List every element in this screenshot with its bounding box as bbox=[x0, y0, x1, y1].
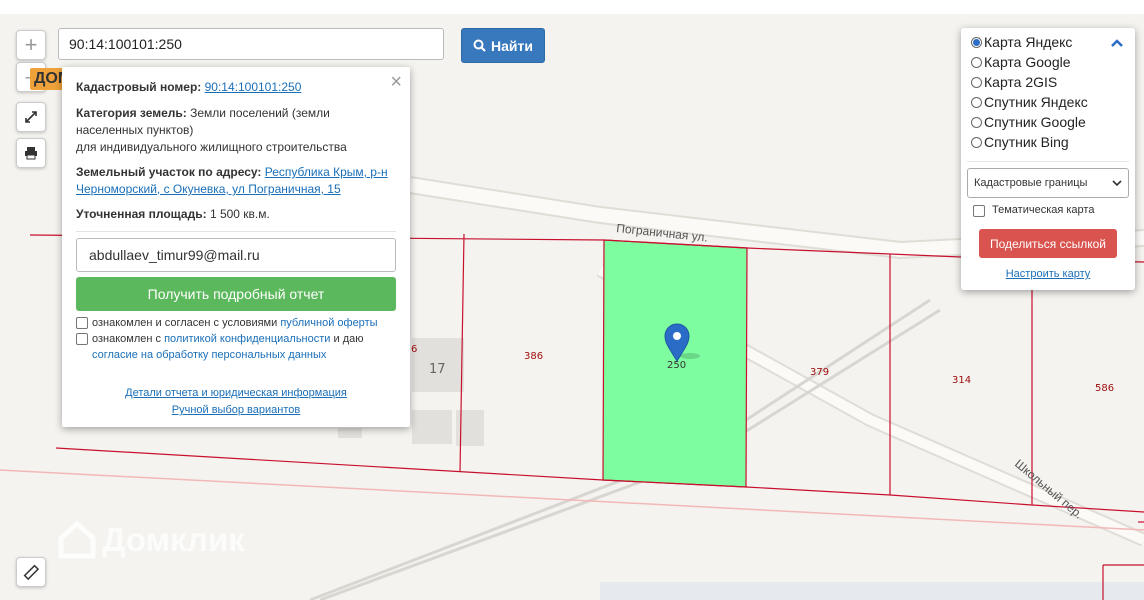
watermark-text: Домклик bbox=[102, 521, 245, 558]
parcel-label: 379 bbox=[810, 367, 829, 378]
public-offer-link[interactable]: публичной оферты bbox=[280, 317, 377, 329]
address-link[interactable]: Черноморский, с Окуневка, ул Пограничная… bbox=[76, 182, 341, 196]
parcel-info-popup: × Кадастровый номер: 90:14:100101:250 Ка… bbox=[62, 67, 410, 427]
layer-option-label: Спутник Google bbox=[984, 114, 1086, 130]
radio[interactable] bbox=[971, 116, 982, 128]
privacy-policy-link[interactable]: политикой конфиденциальности bbox=[164, 333, 330, 345]
consent-text: и даю bbox=[333, 333, 364, 345]
search-button-label: Найти bbox=[491, 37, 533, 54]
report-details-link[interactable]: Детали отчета и юридическая информация bbox=[125, 387, 347, 399]
parcel-label: 386 bbox=[524, 351, 543, 362]
address-label: Земельный участок по адресу: bbox=[76, 165, 262, 179]
area-row: Уточненная площадь: 1 500 кв.м. bbox=[76, 206, 270, 223]
layer-option-label: Спутник Яндекс bbox=[984, 94, 1088, 110]
layer-option-yandex-map[interactable]: Карта Яндекс bbox=[971, 34, 1072, 50]
area-label: Уточненная площадь: bbox=[76, 207, 207, 221]
land-category-label: Категория земель: bbox=[76, 106, 187, 120]
land-category-value: для индивидуального жилищного строительс… bbox=[76, 140, 347, 154]
layer-option-label: Карта Google bbox=[984, 54, 1071, 70]
printer-icon bbox=[25, 147, 37, 160]
land-category-value: Земли поселений (земли bbox=[190, 106, 330, 120]
email-field[interactable] bbox=[76, 238, 396, 272]
area-value: 1 500 кв.м. bbox=[209, 207, 270, 221]
configure-map-link[interactable]: Настроить карту bbox=[1006, 268, 1091, 280]
radio[interactable] bbox=[971, 56, 982, 68]
offer-consent-checkbox[interactable] bbox=[76, 317, 88, 329]
parcel-label: 314 bbox=[952, 375, 971, 386]
layer-option-label: Спутник Bing bbox=[984, 134, 1069, 150]
fullscreen-button[interactable] bbox=[16, 102, 46, 132]
consent-text: ознакомлен и согласен с условиями bbox=[92, 317, 278, 329]
land-category-value: населенных пунктов) bbox=[76, 123, 194, 137]
get-report-button[interactable]: Получить подробный отчет bbox=[76, 277, 396, 311]
configure-row: Настроить карту bbox=[961, 266, 1135, 282]
land-category: Категория земель: Земли поселений (земли… bbox=[76, 105, 396, 156]
share-link-button[interactable]: Поделиться ссылкой bbox=[979, 229, 1117, 258]
details-row: Детали отчета и юридическая информация bbox=[62, 385, 410, 401]
close-icon[interactable]: × bbox=[390, 72, 402, 92]
address-row: Земельный участок по адресу: Республика … bbox=[76, 164, 396, 198]
layer-option-google-map[interactable]: Карта Google bbox=[971, 54, 1071, 70]
cadastral-number-link[interactable]: 90:14:100101:250 bbox=[205, 80, 302, 94]
cadastral-number-label: Кадастровый номер: bbox=[76, 80, 202, 94]
layer-option-label: Карта Яндекс bbox=[984, 34, 1073, 50]
map-layers-panel: Карта Яндекс Карта Google Карта 2GIS Спу… bbox=[961, 28, 1135, 290]
ruler-icon bbox=[23, 564, 39, 580]
zoom-in-button[interactable]: + bbox=[16, 30, 46, 60]
search-icon bbox=[473, 39, 486, 52]
layer-option-label: Карта 2GIS bbox=[984, 74, 1058, 90]
radio[interactable] bbox=[971, 136, 982, 148]
privacy-consent-text: ознакомлен с политикой конфиденциальност… bbox=[92, 331, 402, 363]
consent-text: ознакомлен с bbox=[92, 333, 162, 345]
chevron-down-icon bbox=[1112, 179, 1122, 186]
radio[interactable] bbox=[971, 76, 982, 88]
offer-consent-text: ознакомлен и согласен с условиями публич… bbox=[92, 315, 378, 331]
parcel-label: 6 bbox=[411, 344, 417, 355]
address-link[interactable]: Республика Крым, р-н bbox=[265, 165, 388, 179]
ruler-button[interactable] bbox=[16, 557, 46, 587]
chevron-up-icon[interactable] bbox=[1110, 38, 1124, 48]
privacy-consent-checkbox[interactable] bbox=[76, 333, 88, 345]
radio[interactable] bbox=[971, 96, 982, 108]
domclick-watermark: Домклик bbox=[58, 520, 245, 560]
cadastral-search-input[interactable] bbox=[58, 28, 444, 60]
print-button[interactable] bbox=[16, 138, 46, 168]
layer-option-2gis-map[interactable]: Карта 2GIS bbox=[971, 74, 1057, 90]
divider bbox=[967, 161, 1129, 162]
personal-data-consent-link[interactable]: согласие на обработку персональных данны… bbox=[92, 349, 326, 361]
building-number: 17 bbox=[429, 362, 446, 377]
expand-icon bbox=[25, 111, 37, 123]
manual-row: Ручной выбор вариантов bbox=[62, 402, 410, 418]
search-button[interactable]: Найти bbox=[461, 28, 545, 63]
cadastral-number-row: Кадастровый номер: 90:14:100101:250 bbox=[76, 79, 301, 96]
layer-option-google-satellite[interactable]: Спутник Google bbox=[971, 114, 1086, 130]
layer-option-yandex-satellite[interactable]: Спутник Яндекс bbox=[971, 94, 1088, 110]
divider bbox=[76, 231, 396, 232]
radio-selected[interactable] bbox=[971, 36, 982, 48]
layer-option-bing-satellite[interactable]: Спутник Bing bbox=[971, 134, 1069, 150]
marker-label: 250 bbox=[667, 360, 686, 371]
manual-selection-link[interactable]: Ручной выбор вариантов bbox=[172, 404, 300, 416]
parcel-label: 586 bbox=[1095, 383, 1114, 394]
thematic-map-label: Тематическая карта bbox=[992, 204, 1095, 216]
thematic-map-checkbox[interactable] bbox=[973, 205, 985, 217]
overlay-select[interactable]: Кадастровые границы bbox=[967, 168, 1129, 198]
domclick-logo-icon bbox=[58, 520, 96, 559]
overlay-select-value: Кадастровые границы bbox=[974, 177, 1088, 189]
